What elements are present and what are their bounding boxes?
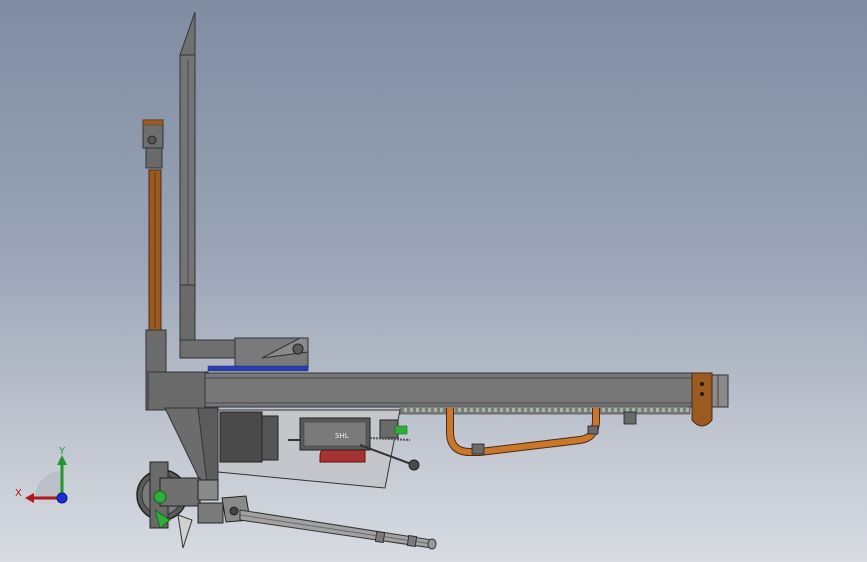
main-beam xyxy=(147,371,729,411)
rail-tick xyxy=(482,408,485,412)
rail-tick xyxy=(530,408,533,412)
rail-tick xyxy=(458,408,461,412)
rail-tick xyxy=(512,408,515,412)
rail-tick xyxy=(422,408,425,412)
rail-tick xyxy=(644,408,647,412)
rail-tick xyxy=(662,408,665,412)
triad-plane xyxy=(35,471,62,498)
rail-tick xyxy=(488,408,491,412)
orange-hose xyxy=(446,408,637,456)
rail-tick xyxy=(440,408,443,412)
svg-text:SHL: SHL xyxy=(335,432,349,440)
x-axis-label: X xyxy=(15,488,22,499)
rail-tick xyxy=(548,408,551,412)
rail-tick xyxy=(638,408,641,412)
rail-tick xyxy=(602,408,605,412)
rail-tick xyxy=(470,408,473,412)
rail-tick xyxy=(686,408,689,412)
blue-strip xyxy=(207,365,309,372)
rail-tick xyxy=(500,408,503,412)
cad-viewport[interactable]: SHL Y X xyxy=(0,0,867,562)
rail-tick xyxy=(614,408,617,412)
rail-tick xyxy=(404,408,407,412)
backrest-bracket xyxy=(179,337,309,372)
rail-tick xyxy=(410,408,413,412)
rail-tick xyxy=(572,408,575,412)
rear-post xyxy=(142,119,167,411)
rail-tick xyxy=(620,408,623,412)
rail-tick xyxy=(416,408,419,412)
rail-tick xyxy=(668,408,671,412)
rail-tick xyxy=(506,408,509,412)
motor-housing: SHL xyxy=(217,409,408,489)
model-drawing: SHL Y X xyxy=(15,11,729,550)
rail-tick xyxy=(584,408,587,412)
backrest-panel xyxy=(179,11,196,341)
rail-tick xyxy=(674,408,677,412)
rail-tick xyxy=(434,408,437,412)
y-axis-label: Y xyxy=(58,446,66,457)
front-end-cap xyxy=(691,372,713,427)
coordinate-triad: Y X xyxy=(15,446,68,504)
rail-tick xyxy=(680,408,683,412)
under-rail xyxy=(399,405,691,415)
rail-tick xyxy=(626,408,629,412)
rail-tick xyxy=(428,408,431,412)
rail-tick xyxy=(536,408,539,412)
z-axis-dot xyxy=(56,492,68,504)
rail-tick xyxy=(464,408,467,412)
rail-tick xyxy=(632,408,635,412)
rail-tick xyxy=(656,408,659,412)
rail-tick xyxy=(566,408,569,412)
pull-arm xyxy=(221,495,437,550)
rail-tick xyxy=(650,408,653,412)
rail-tick xyxy=(560,408,563,412)
rail-tick xyxy=(578,408,581,412)
rail-tick xyxy=(524,408,527,412)
rail-tick xyxy=(494,408,497,412)
rail-tick xyxy=(554,408,557,412)
rail-tick xyxy=(608,408,611,412)
rail-tick xyxy=(542,408,545,412)
rail-tick xyxy=(518,408,521,412)
rail-tick xyxy=(476,408,479,412)
